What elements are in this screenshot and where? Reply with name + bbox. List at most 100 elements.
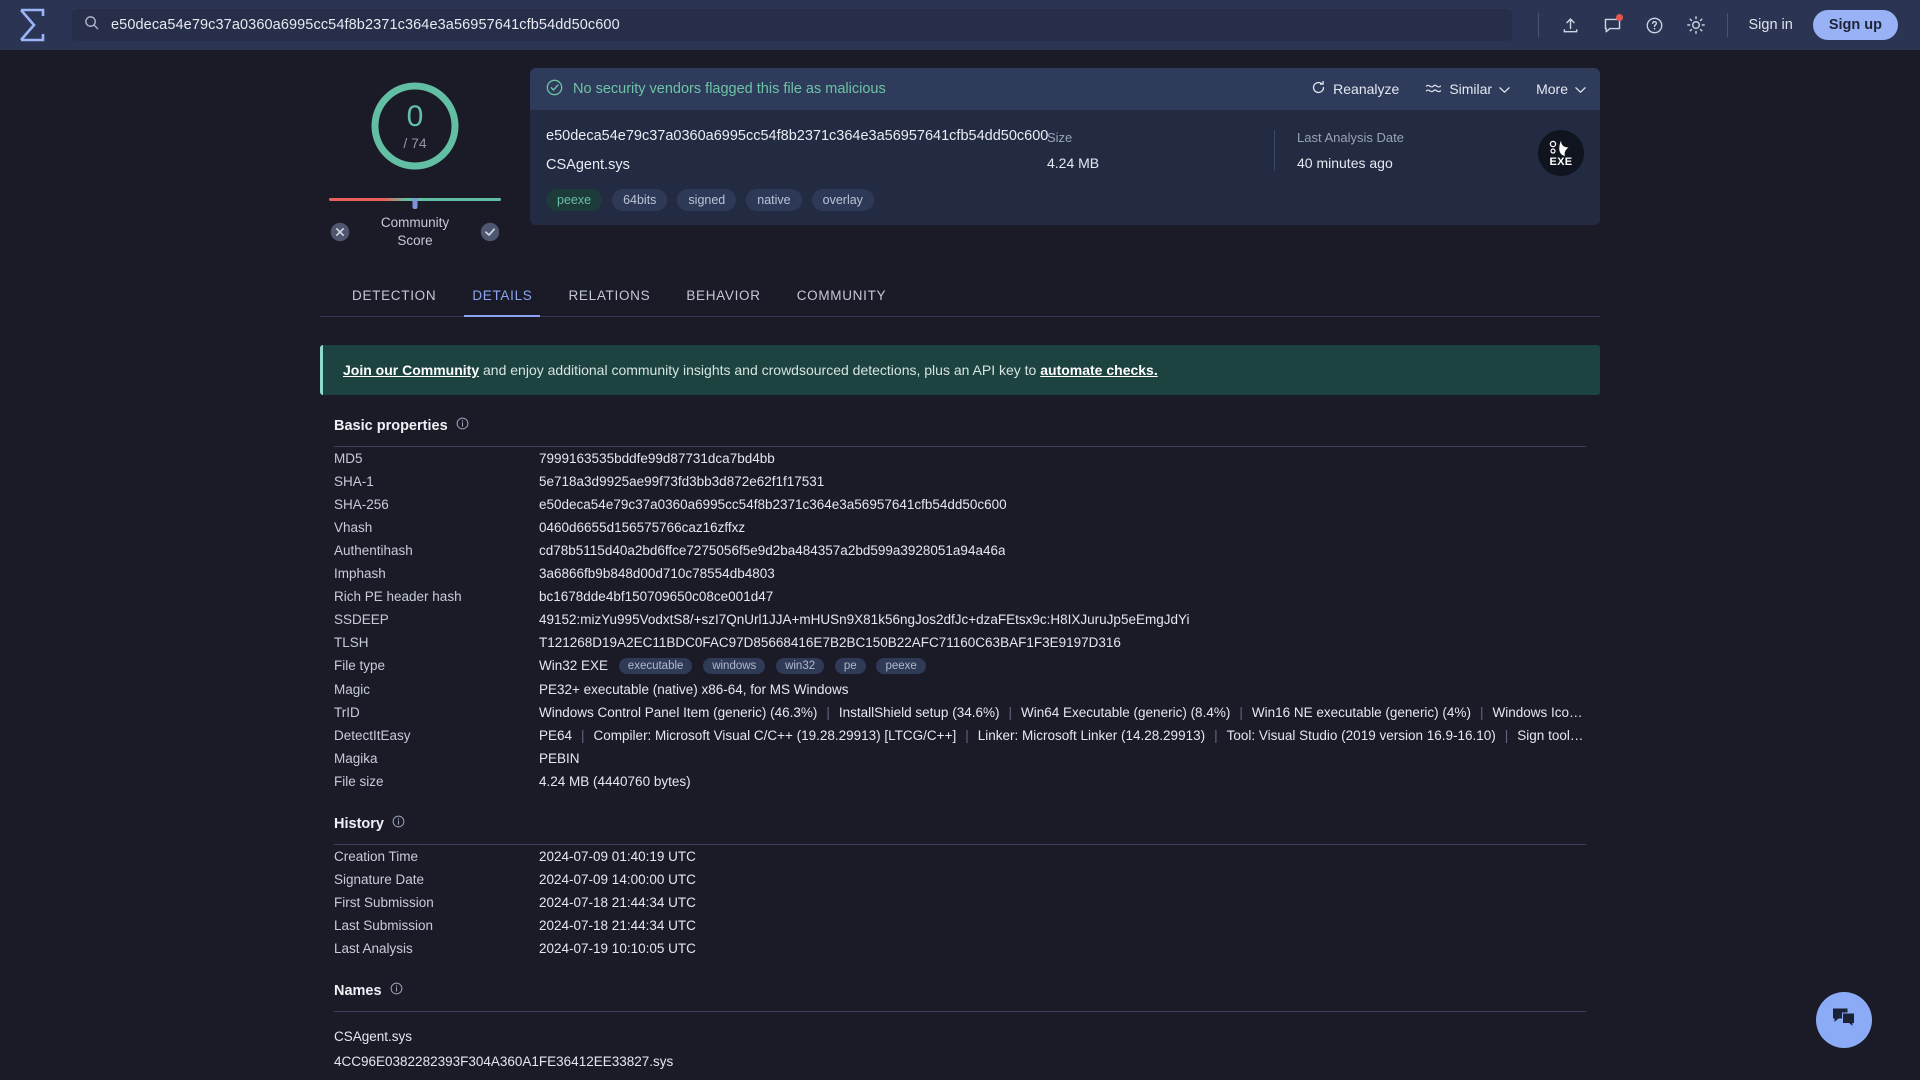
feedback-icon[interactable] (1601, 14, 1624, 36)
meta-size-label: Size (1047, 130, 1073, 145)
table-row: SHA-256 e50deca54e79c37a0360a6995cc54f8b2… (334, 493, 1586, 516)
community-score-panel: Community Score (329, 194, 501, 249)
table-row-trid: TrID Windows Control Panel Item (generic… (334, 701, 1586, 724)
community-score-label-line2: Score (397, 232, 433, 248)
trid-part: InstallShield setup (34.6%) (838, 705, 1000, 721)
row-key: MD5 (334, 451, 363, 467)
row-key: Vhash (334, 520, 373, 536)
upload-icon[interactable] (1559, 14, 1581, 36)
history-title: History (334, 816, 384, 833)
row-value: 2024-07-18 21:44:34 UTC (539, 895, 696, 911)
tag-overlay[interactable]: overlay (811, 189, 874, 211)
table-row: Creation Time 2024-07-09 01:40:19 UTC (334, 845, 1586, 868)
row-value: PEBIN (539, 751, 580, 767)
check-circle-icon (546, 79, 563, 100)
row-key: Authentihash (334, 543, 413, 559)
row-value: 2024-07-09 14:00:00 UTC (539, 872, 696, 888)
reanalyze-button[interactable]: Reanalyze (1311, 80, 1399, 98)
card-header: No security vendors flagged this file as… (530, 68, 1600, 110)
file-type-icon: EXE (1538, 130, 1584, 176)
file-summary-hero: 0 / 74 Community Score No security vendo… (320, 68, 1600, 249)
meta-last-analysis-label: Last Analysis Date (1297, 130, 1404, 145)
trid-part: Windows Control Panel Item (generic) (46… (539, 705, 818, 721)
die-part: Compiler: Microsoft Visual C/C++ (19.28.… (593, 728, 957, 744)
tab-relations[interactable]: RELATIONS (550, 275, 668, 316)
separator: | (581, 728, 585, 744)
join-community-link[interactable]: Join our Community (343, 362, 479, 378)
tab-details[interactable]: DETAILS (454, 275, 550, 318)
names-list: CSAgent.sys 4CC96E0382282393F304A360A1FE… (334, 1012, 1586, 1074)
row-key: Imphash (334, 566, 386, 582)
table-row: SHA-1 5e718a3d9925ae99f73fd3bb3d872e62f1f… (334, 470, 1586, 493)
community-score-slider[interactable] (329, 198, 501, 209)
file-detail-card: No security vendors flagged this file as… (530, 68, 1600, 225)
separator: | (965, 728, 969, 744)
table-row: Last Submission 2024-07-18 21:44:34 UTC (334, 914, 1586, 937)
row-key: Rich PE header hash (334, 589, 462, 605)
row-value: 49152:mizYu995VodxtS8/+szI7QnUrl1JJA+mHU… (539, 612, 1190, 628)
file-type-badge-label: EXE (1549, 155, 1573, 168)
chip-executable[interactable]: executable (618, 658, 693, 675)
page-body: 0 / 74 Community Score No security vendo… (0, 50, 1920, 1080)
card-body: e50deca54e79c37a0360a6995cc54f8b2371c364… (530, 110, 1600, 225)
row-value: Windows Control Panel Item (generic) (46… (539, 705, 1582, 720)
list-item: CSAgent.sys (334, 1029, 413, 1045)
row-value: bc1678dde4bf150709650c08ce001d47 (539, 589, 774, 605)
sign-up-button[interactable]: Sign up (1812, 10, 1898, 40)
more-button[interactable]: More (1536, 81, 1586, 97)
more-label: More (1536, 81, 1568, 97)
notification-dot (1616, 14, 1624, 21)
row-key: Last Submission (334, 918, 434, 934)
trid-part: Win64 Executable (generic) (8.4%) (1020, 705, 1231, 721)
vote-malicious-icon[interactable] (329, 221, 351, 243)
meta-last-analysis-value: 40 minutes ago (1297, 155, 1393, 171)
chip-peexe[interactable]: peexe (876, 658, 926, 675)
search-icon (84, 15, 99, 35)
chip-win32[interactable]: win32 (776, 658, 825, 675)
search-input[interactable] (111, 17, 1501, 33)
info-icon[interactable] (456, 417, 469, 435)
card-actions: Reanalyze Similar More (1311, 80, 1586, 98)
names-title: Names (334, 983, 382, 1000)
tab-behavior[interactable]: BEHAVIOR (668, 275, 778, 316)
detection-count: 0 (406, 99, 424, 133)
table-row: Vhash 0460d6655d156575766caz16zffxz (334, 516, 1586, 539)
info-icon[interactable] (392, 815, 405, 833)
community-score-marker[interactable] (412, 198, 418, 209)
tab-community[interactable]: COMMUNITY (779, 275, 905, 316)
row-key: File type (334, 658, 386, 674)
trid-part: Windows Ico… (1492, 705, 1583, 721)
tag-peexe[interactable]: peexe (546, 189, 603, 211)
detection-score-panel: 0 / 74 Community Score (320, 68, 510, 249)
vote-harmless-icon[interactable] (479, 221, 501, 243)
chat-fab-button[interactable] (1816, 992, 1872, 1048)
help-icon[interactable] (1643, 14, 1665, 36)
basic-properties-title: Basic properties (334, 418, 448, 435)
theme-toggle-icon[interactable] (1685, 14, 1707, 36)
chip-windows[interactable]: windows (703, 658, 766, 675)
tab-detection[interactable]: DETECTION (334, 275, 454, 316)
search-bar[interactable] (72, 9, 1513, 41)
tag-signed[interactable]: signed (677, 189, 737, 211)
table-row: Imphash 3a6866fb9b848d00d710c78554db4803 (334, 562, 1586, 585)
sign-in-link[interactable]: Sign in (1748, 17, 1792, 33)
similar-button[interactable]: Similar (1425, 81, 1510, 98)
row-value: e50deca54e79c37a0360a6995cc54f8b2371c364… (539, 497, 1007, 513)
top-navigation-bar: Sign in Sign up (0, 0, 1920, 50)
row-key: TrID (334, 705, 360, 721)
row-key: Creation Time (334, 849, 419, 865)
chip-pe[interactable]: pe (834, 658, 866, 675)
table-row: Signature Date 2024-07-09 14:00:00 UTC (334, 868, 1586, 891)
info-icon[interactable] (390, 982, 403, 1000)
row-value: 2024-07-09 01:40:19 UTC (539, 849, 696, 865)
meta-last-analysis: Last Analysis Date 40 minutes ago (1274, 130, 1524, 171)
tag-native[interactable]: native (746, 189, 802, 211)
join-community-banner: Join our Community and enjoy additional … (320, 345, 1600, 396)
sigma-logo[interactable] (10, 5, 54, 45)
automate-checks-link[interactable]: automate checks. (1040, 362, 1158, 378)
row-value: 4.24 MB (4440760 bytes) (539, 774, 691, 790)
file-meta-group: Size 4.24 MB Last Analysis Date 40 minut… (1025, 128, 1584, 211)
tag-64bits[interactable]: 64bits (612, 189, 668, 211)
row-value: PE64 | Compiler: Microsoft Visual C/C++ (1… (539, 728, 1586, 743)
row-key: Signature Date (334, 872, 425, 888)
